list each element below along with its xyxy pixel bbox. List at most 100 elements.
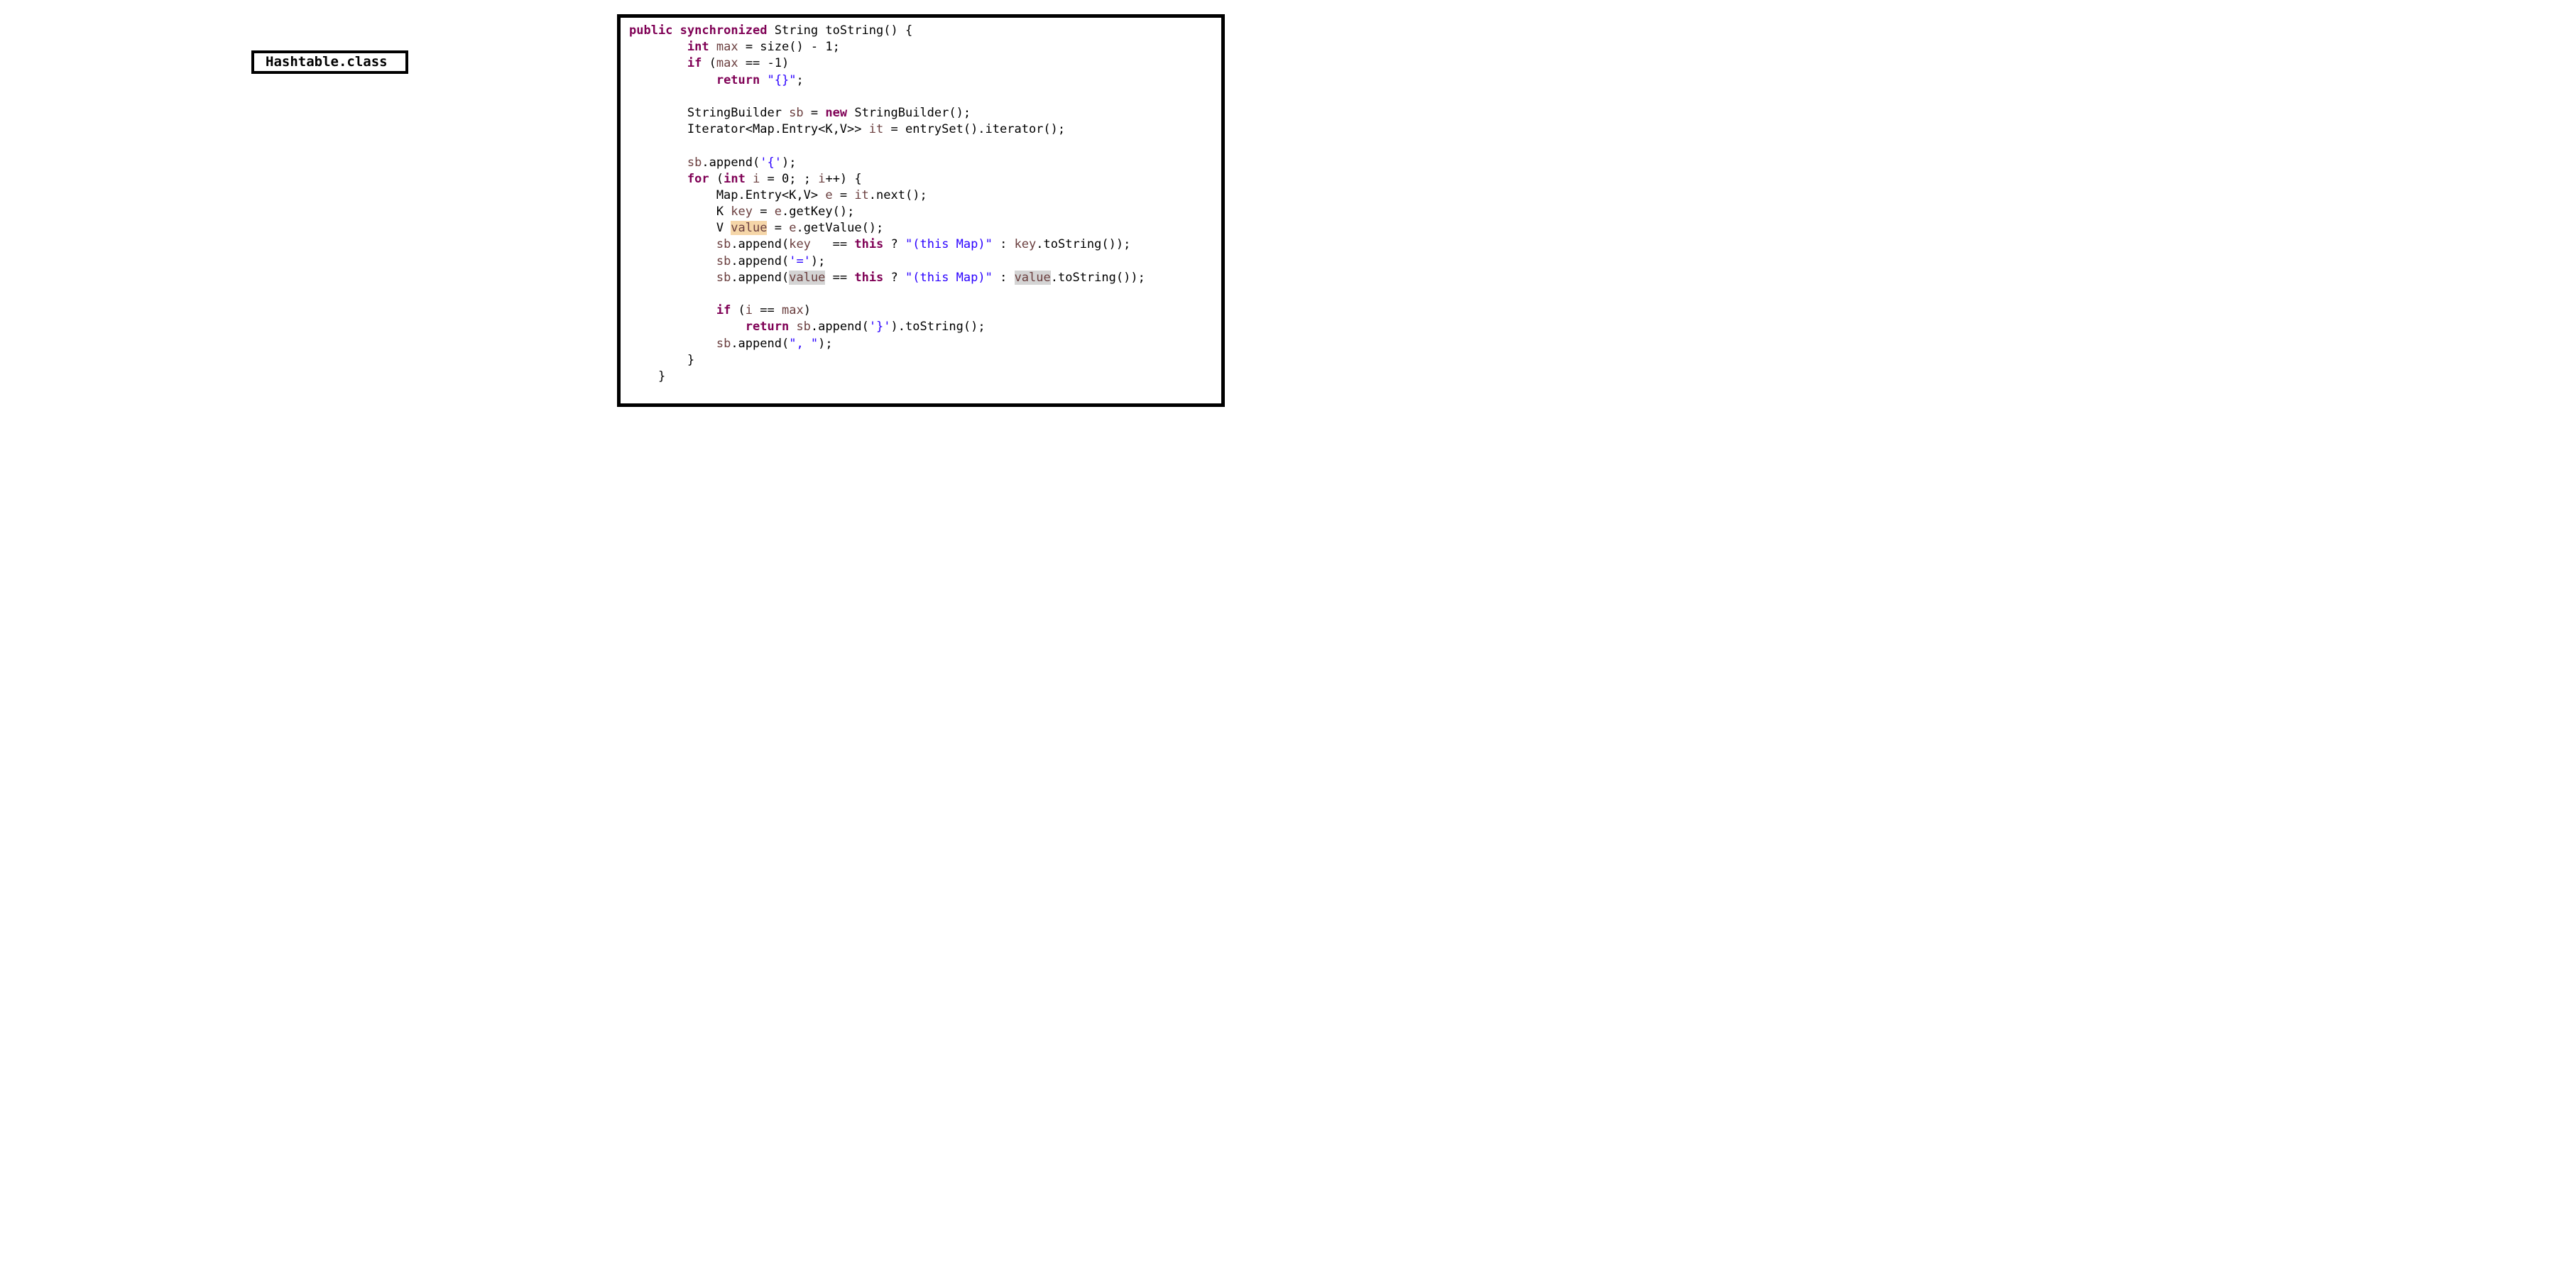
code-line: public synchronized String toString() { <box>629 23 1221 39</box>
code-token: int <box>724 171 746 186</box>
code-token: = size() - 1; <box>738 40 840 55</box>
code-token: public <box>629 23 673 38</box>
code-token: String toString() { <box>767 23 913 38</box>
code-line: K key = e.getKey(); <box>629 204 1221 220</box>
code-token: '}' <box>868 320 891 334</box>
code-line: sb.append('{'); <box>629 155 1221 171</box>
code-token: value <box>731 221 768 236</box>
code-line: } <box>629 352 1221 369</box>
code-token: e <box>789 221 797 236</box>
code-token: == -1) <box>738 56 790 71</box>
code-token: this <box>854 270 884 285</box>
code-line: if (max == -1) <box>629 55 1221 72</box>
code-line: sb.append(key == this ? "(this Map)" : k… <box>629 236 1221 253</box>
code-token: sb <box>796 320 811 334</box>
code-line: int max = size() - 1; <box>629 39 1221 55</box>
code-token: this <box>854 237 884 252</box>
code-token: ? <box>883 237 906 252</box>
code-line: } <box>629 369 1221 385</box>
code-token: .getKey(); <box>781 205 855 219</box>
code-token: = <box>767 221 790 236</box>
code-line: V value = e.getValue(); <box>629 220 1221 236</box>
code-token: return <box>745 320 790 334</box>
code-token: .append( <box>731 270 790 285</box>
code-token: ; <box>796 72 804 87</box>
class-file-label: Hashtable.class <box>251 50 408 74</box>
code-token: value <box>1014 270 1051 285</box>
code-token: .append( <box>731 237 790 252</box>
code-token: i <box>818 171 826 186</box>
code-token: .append( <box>731 254 790 268</box>
code-token: = <box>753 205 775 219</box>
code-line: sb.append(value == this ? "(this Map)" :… <box>629 270 1221 286</box>
code-panel[interactable]: public synchronized String toString() { … <box>617 14 1225 407</box>
code-token: i <box>753 171 760 186</box>
code-token: .append( <box>702 155 760 170</box>
code-token: sb <box>716 336 731 351</box>
code-line: return sb.append('}').toString(); <box>629 319 1221 335</box>
code-token: ++) { <box>825 171 862 186</box>
code-token: max <box>782 303 804 318</box>
code-token: ); <box>818 336 833 351</box>
code-token: ); <box>781 155 797 170</box>
code-token: ( <box>702 56 716 71</box>
code-token: .append( <box>731 336 790 351</box>
code-token: max <box>716 40 738 55</box>
code-token: key <box>731 205 753 219</box>
code-token: sb <box>789 105 804 120</box>
code-token: = entrySet().iterator(); <box>883 122 1066 137</box>
code-listing: public synchronized String toString() { … <box>629 23 1221 385</box>
code-token: it <box>854 187 869 202</box>
code-token: value <box>789 270 826 285</box>
code-token: i <box>745 303 753 318</box>
code-token: .append( <box>810 320 869 334</box>
code-token: key <box>1014 237 1037 252</box>
code-line: Map.Entry<K,V> e = it.next(); <box>629 187 1221 204</box>
code-token: == <box>825 270 855 285</box>
code-token: = 0; ; <box>760 171 819 186</box>
code-token: .toString()); <box>1036 237 1131 252</box>
code-token: new <box>825 105 848 120</box>
code-token: : <box>992 237 1015 252</box>
code-token: StringBuilder(); <box>847 105 971 120</box>
code-token: "{}" <box>767 72 797 87</box>
code-token: == <box>753 303 782 318</box>
code-line: for (int i = 0; ; i++) { <box>629 171 1221 187</box>
code-token: e <box>774 205 782 219</box>
code-token: ", " <box>789 336 819 351</box>
code-token: == <box>810 237 855 252</box>
code-token: return <box>716 72 760 87</box>
code-token: key <box>789 237 811 252</box>
code-token: ? <box>883 270 906 285</box>
code-token: = <box>803 105 826 120</box>
code-token: '{' <box>760 155 782 170</box>
code-token: Map.Entry<K,V> <box>629 187 826 202</box>
code-token: '=' <box>789 254 811 268</box>
code-token: sb <box>716 270 731 285</box>
code-token: K <box>629 205 731 219</box>
code-line: sb.append(", "); <box>629 336 1221 352</box>
code-line: if (i == max) <box>629 303 1221 319</box>
code-token: } <box>629 369 666 383</box>
code-token: } <box>629 352 695 367</box>
code-token: .getValue(); <box>796 221 884 236</box>
code-token: sb <box>716 254 731 268</box>
code-token: if <box>687 56 702 71</box>
code-token: ( <box>731 303 746 318</box>
code-token: ).toString(); <box>890 320 986 334</box>
code-token: Iterator<Map.Entry<K,V>> <box>629 122 869 137</box>
code-line: StringBuilder sb = new StringBuilder(); <box>629 105 1221 121</box>
code-token: ); <box>810 254 826 268</box>
